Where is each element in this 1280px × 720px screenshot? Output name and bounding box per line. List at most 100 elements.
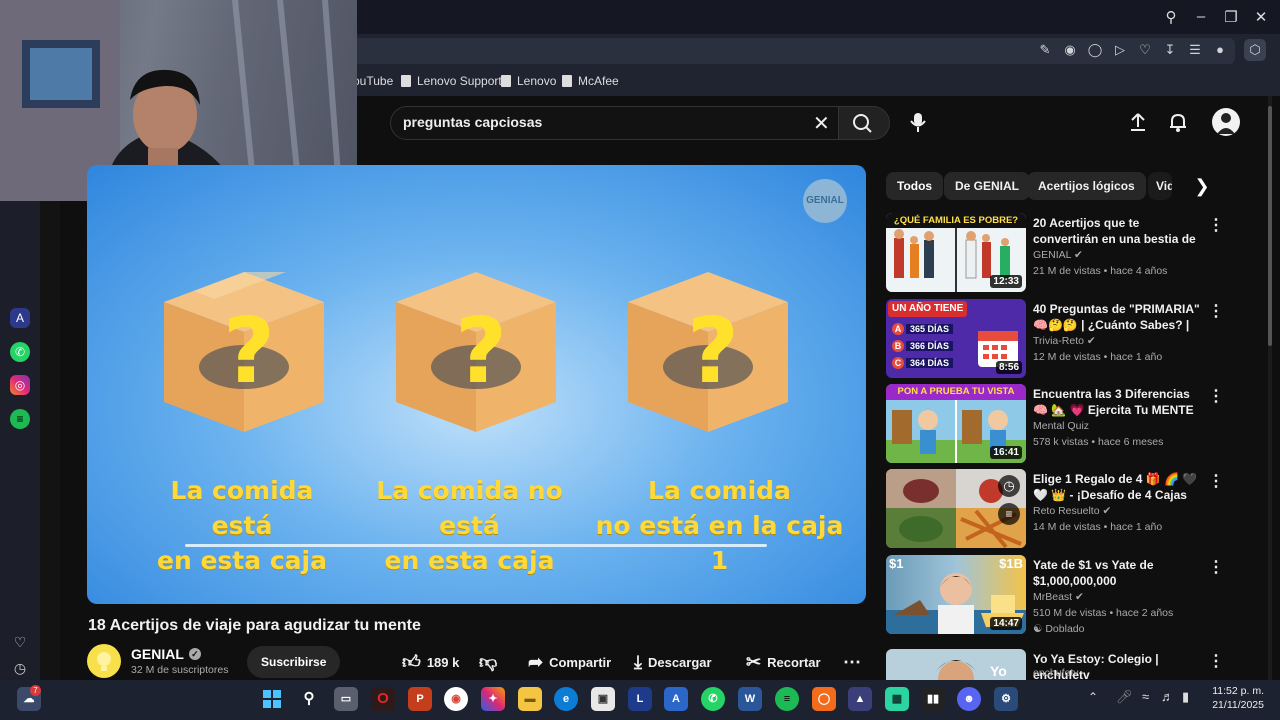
- upload-icon[interactable]: [1126, 110, 1150, 139]
- minimize-button[interactable]: –: [1191, 8, 1211, 25]
- steam-icon[interactable]: ⚙: [994, 687, 1018, 711]
- more-options-icon[interactable]: ⋮: [1208, 386, 1224, 406]
- search-button[interactable]: [838, 106, 890, 140]
- caption-line: no está en la caja 1: [595, 511, 844, 575]
- microphone-tray-icon[interactable]: 🎤︎: [1116, 689, 1133, 705]
- recommendation-item[interactable]: UN AÑO TIENE A 365 DÍAS B 366 DÍAS C 364 DÍ…: [886, 299, 1226, 379]
- store-icon[interactable]: ▣: [591, 687, 615, 711]
- scrollbar[interactable]: [1268, 96, 1272, 680]
- clip-button[interactable]: ✂ Recortar: [746, 646, 821, 678]
- spotify-icon[interactable]: ≡: [10, 409, 30, 429]
- bookmark-lenovo[interactable]: Lenovo: [501, 74, 556, 88]
- download-icon[interactable]: ↧: [1162, 42, 1178, 58]
- add-to-queue-icon[interactable]: ≡: [998, 503, 1020, 525]
- bookmark-mcafee[interactable]: McAfee: [562, 74, 619, 88]
- chip-videos[interactable]: Vide: [1148, 172, 1172, 200]
- wifi-icon[interactable]: ≈: [1142, 689, 1149, 704]
- recommendation-channel: Reto Resuelto ✔: [1033, 505, 1111, 517]
- date: 21/11/2025: [1212, 699, 1264, 711]
- app-a-icon[interactable]: A: [664, 687, 688, 711]
- edge-icon[interactable]: e: [554, 687, 578, 711]
- app-icon[interactable]: A: [10, 308, 30, 328]
- dislike-button[interactable]: 👎︎: [479, 646, 497, 678]
- app-l-icon[interactable]: L: [628, 687, 652, 711]
- channel-name-row[interactable]: GENIAL ✓: [131, 646, 201, 662]
- windows-start-icon[interactable]: [260, 687, 284, 711]
- powerpoint-icon[interactable]: P: [408, 687, 432, 711]
- clear-search-icon[interactable]: ✕: [813, 111, 830, 136]
- word-icon[interactable]: W: [738, 687, 762, 711]
- video-player[interactable]: GENIAL ? ? ? La comida está en esta caja…: [87, 165, 866, 604]
- app-orange-icon[interactable]: ◯: [812, 687, 836, 711]
- address-input[interactable]: [235, 38, 1235, 64]
- extension-cube-icon[interactable]: ⬡: [1244, 39, 1266, 61]
- bookmark-label: Lenovo: [517, 74, 557, 88]
- whatsapp-taskbar-icon[interactable]: ✆: [701, 687, 725, 711]
- like-button[interactable]: 👍︎ 189 k: [402, 646, 459, 678]
- more-options-icon[interactable]: ⋮: [1208, 301, 1224, 321]
- quiz-option: B 366 DÍAS: [892, 338, 954, 355]
- instagram-icon[interactable]: ◎: [10, 375, 30, 395]
- watch-later-icon[interactable]: ◷: [998, 475, 1020, 497]
- recommendation-item[interactable]: $1 $1B 14:47 Yate de $1 vs Yate de $1,00…: [886, 555, 1226, 635]
- recommendation-item[interactable]: ¿QUÉ FAMILIA ES POBRE? 12:33 20 Acertijo…: [886, 213, 1226, 293]
- shield-icon[interactable]: ◯: [1087, 42, 1103, 58]
- chevron-right-icon[interactable]: ❯: [1190, 172, 1214, 200]
- more-options-icon[interactable]: ⋮: [1208, 215, 1224, 235]
- microphone-icon[interactable]: [906, 110, 930, 139]
- download-button[interactable]: ⤓ Descargar: [634, 646, 712, 678]
- restore-button[interactable]: ❐: [1221, 8, 1241, 26]
- chip-all[interactable]: Todos: [886, 172, 944, 200]
- avatar[interactable]: [1212, 108, 1240, 136]
- volume-icon[interactable]: ♬: [1161, 689, 1174, 704]
- app-green-icon[interactable]: ▩: [885, 687, 909, 711]
- recommendation-item[interactable]: ◷ ≡ Elige 1 Regalo de 4 🎁 🌈 🖤 🤍 👑 - ¡Des…: [886, 469, 1226, 549]
- thumb-right-text: $1B: [999, 556, 1023, 571]
- recommendation-meta: 21 M de vistas • hace 4 años: [1033, 265, 1168, 277]
- recommendation-item[interactable]: PON A PRUEBA TU VISTA 16:41 Encuentra la…: [886, 384, 1226, 464]
- more-options-icon[interactable]: ⋮: [1208, 557, 1224, 577]
- recommendation-item[interactable]: Yo Yo Ya Estoy: Colegio | enchufetv ench…: [886, 649, 1226, 680]
- thumb-headline: ¿QUÉ FAMILIA ES POBRE?: [886, 213, 1026, 228]
- close-window-button[interactable]: ✕: [1251, 8, 1271, 26]
- heart-icon[interactable]: ♡: [1137, 42, 1153, 58]
- task-view-icon[interactable]: ▭: [334, 687, 358, 711]
- more-actions-icon[interactable]: ⋯: [843, 646, 861, 678]
- audio-bars-icon[interactable]: ▮▮: [921, 687, 945, 711]
- chrome-icon[interactable]: ◉: [444, 687, 468, 711]
- menu-icon[interactable]: ☰: [1187, 42, 1203, 58]
- edit-icon[interactable]: ✎: [1037, 42, 1053, 58]
- file-explorer-icon[interactable]: ▬: [518, 687, 542, 711]
- clock-icon[interactable]: ◷: [10, 658, 30, 678]
- subscribe-button[interactable]: Suscribirse: [247, 646, 341, 678]
- copilot-icon[interactable]: ✦: [481, 687, 505, 711]
- battery-icon[interactable]: ▮: [1182, 689, 1189, 705]
- clock[interactable]: 11:52 p. m. 21/11/2025: [1206, 684, 1264, 712]
- heart-icon[interactable]: ♡: [10, 632, 30, 652]
- thumb-headline: PON A PRUEBA TU VISTA: [886, 384, 1026, 400]
- chip-acertijos-logicos[interactable]: Acertijos lógicos: [1027, 172, 1146, 200]
- search-icon[interactable]: ⚲: [1161, 8, 1181, 26]
- bookmark-youtube[interactable]: ouTube: [353, 74, 393, 88]
- bookmark-lenovo-support[interactable]: Lenovo Support: [401, 74, 502, 88]
- discord-icon[interactable]: ☻: [957, 687, 981, 711]
- notifications-bell-icon[interactable]: [1166, 110, 1190, 139]
- share-button[interactable]: ➦ Compartir: [528, 646, 611, 678]
- gamepad-icon[interactable]: ▲: [848, 687, 872, 711]
- more-options-icon[interactable]: ⋮: [1208, 471, 1224, 491]
- more-options-icon[interactable]: ⋮: [1208, 651, 1224, 671]
- channel-avatar[interactable]: [87, 644, 121, 678]
- scrollbar-thumb[interactable]: [1268, 106, 1272, 346]
- whatsapp-icon[interactable]: ✆: [10, 342, 30, 362]
- option-letter: C: [892, 357, 904, 369]
- camera-icon[interactable]: ◉: [1062, 42, 1078, 58]
- profile-icon[interactable]: ●: [1212, 42, 1228, 58]
- spotify-taskbar-icon[interactable]: ≡: [775, 687, 799, 711]
- search-icon: [853, 114, 872, 133]
- send-icon[interactable]: ▷: [1112, 42, 1128, 58]
- taskbar-search-icon[interactable]: ⚲: [297, 687, 321, 711]
- opera-icon[interactable]: O: [371, 687, 395, 711]
- box-caption-3: La comida no está en la caja 1: [592, 473, 847, 578]
- chevron-up-icon[interactable]: ⌃: [1088, 690, 1098, 704]
- chip-de-genial[interactable]: De GENIAL: [944, 172, 1031, 200]
